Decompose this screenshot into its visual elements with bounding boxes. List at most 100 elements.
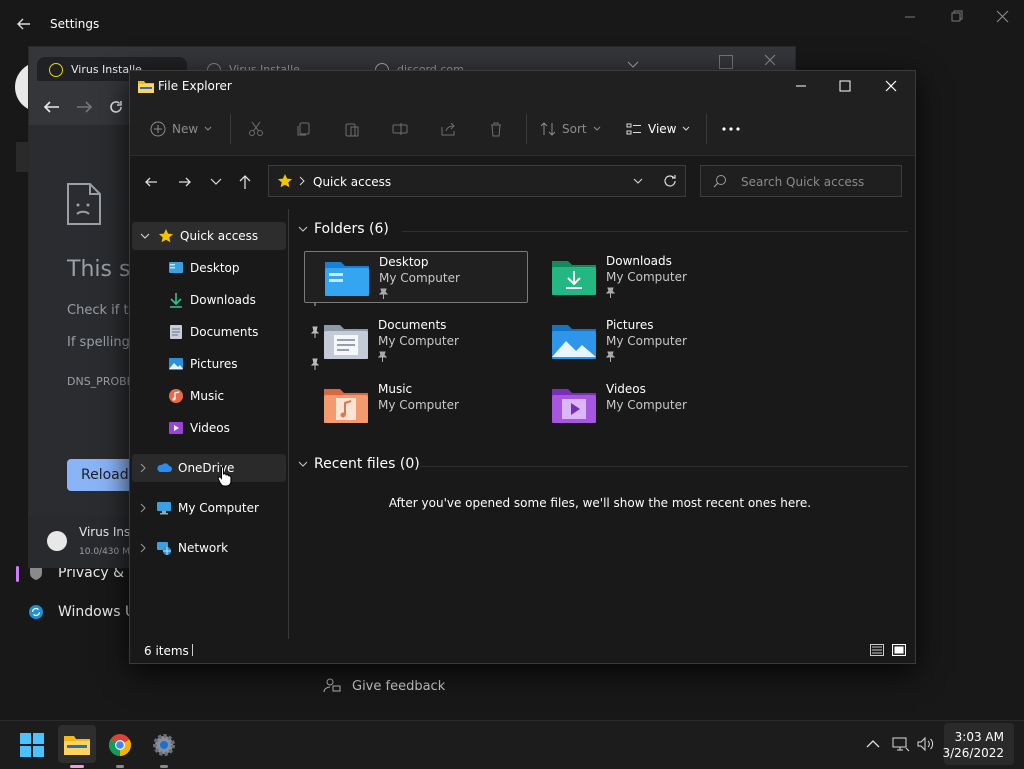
network-icon	[156, 540, 172, 556]
nav-pictures[interactable]: Pictures	[130, 350, 324, 378]
back-arrow-icon[interactable]	[14, 14, 34, 34]
nav-music[interactable]: Music	[130, 382, 324, 410]
share-icon[interactable]	[440, 121, 456, 137]
rename-icon[interactable]	[392, 121, 408, 137]
document-icon	[168, 324, 184, 340]
nav-network[interactable]: Network	[130, 534, 296, 562]
copy-icon[interactable]	[296, 121, 312, 137]
computer-icon	[156, 500, 172, 516]
maximize-icon[interactable]	[838, 79, 852, 93]
plus-circle-icon	[150, 121, 166, 137]
taskbar-file-explorer[interactable]	[58, 725, 96, 763]
close-icon[interactable]	[992, 8, 1014, 26]
paste-icon[interactable]	[344, 121, 360, 137]
nav-desktop[interactable]: Desktop	[130, 254, 324, 282]
videos-icon	[168, 420, 184, 436]
pictures-icon	[168, 356, 184, 372]
virus-favicon-icon	[49, 63, 63, 77]
sort-arrows-icon	[540, 121, 556, 137]
folder-location: My Computer	[606, 334, 687, 348]
nav-onedrive[interactable]: OneDrive	[130, 454, 296, 482]
nav-my-computer[interactable]: My Computer	[130, 494, 296, 522]
back-arrow-icon[interactable]	[144, 175, 158, 189]
reload-icon[interactable]	[107, 98, 125, 116]
refresh-icon[interactable]	[663, 174, 677, 188]
nav-label: My Computer	[178, 501, 259, 515]
taskbar-settings[interactable]	[148, 729, 180, 761]
recent-locations-icon[interactable]	[210, 178, 222, 186]
settings-nav-windows-update[interactable]: Windows U	[28, 604, 135, 620]
pin-icon	[606, 287, 615, 298]
restore-icon[interactable]	[946, 8, 968, 26]
more-options-icon[interactable]	[722, 127, 740, 131]
view-list-icon	[626, 121, 642, 137]
tab-search-icon[interactable]	[627, 61, 639, 69]
system-clock[interactable]: 3:03 AM 3/26/2022	[942, 729, 1004, 761]
desktop-folder-icon	[325, 258, 371, 298]
up-arrow-icon[interactable]	[238, 174, 252, 190]
folder-tile-videos[interactable]: Videos My Computer	[532, 379, 756, 431]
divider	[230, 114, 231, 144]
folder-icon	[64, 733, 90, 755]
maximize-icon[interactable]	[719, 55, 733, 69]
folder-tile-pictures[interactable]: Pictures My Computer	[532, 315, 756, 367]
nav-label: Videos	[190, 421, 230, 435]
speaker-icon[interactable]	[916, 736, 936, 752]
forward-arrow-icon[interactable]	[75, 99, 93, 115]
minimize-icon[interactable]	[794, 79, 808, 93]
nav-downloads[interactable]: Downloads	[130, 286, 324, 314]
give-feedback-link[interactable]: Give feedback	[322, 676, 445, 696]
forward-arrow-icon[interactable]	[178, 175, 192, 189]
sad-page-icon	[67, 183, 101, 225]
file-explorer-window: File Explorer New Sort View Quick access	[129, 70, 916, 664]
search-box[interactable]: Search Quick access	[700, 165, 902, 197]
nav-documents[interactable]: Documents	[130, 318, 324, 346]
folder-location: My Computer	[606, 398, 687, 412]
folder-name: Desktop	[379, 255, 429, 269]
selection-indicator	[16, 566, 19, 582]
clock-time: 3:03 AM	[954, 730, 1004, 744]
close-icon[interactable]	[763, 53, 777, 67]
recent-section-header[interactable]: Recent files (0)	[298, 456, 420, 472]
sort-button[interactable]: Sort	[540, 121, 601, 137]
folders-section-header[interactable]: Folders (6)	[298, 221, 389, 237]
nav-quick-access[interactable]: Quick access	[130, 222, 296, 250]
chevron-down-icon	[298, 226, 308, 232]
nav-label: Desktop	[190, 261, 240, 275]
large-icons-view-icon[interactable]	[892, 644, 906, 656]
delete-icon[interactable]	[488, 121, 504, 137]
chevron-right-icon	[299, 176, 305, 186]
settings-nav-highlight	[16, 142, 28, 172]
error-text: Check if th	[67, 303, 137, 318]
settings-title: Settings	[50, 17, 100, 31]
nav-label: Pictures	[190, 357, 238, 371]
network-monitor-icon[interactable]	[892, 736, 910, 752]
address-bar[interactable]: Quick access	[268, 165, 686, 197]
chevron-down-icon[interactable]	[633, 178, 643, 184]
desktop-icon	[168, 260, 184, 276]
view-button[interactable]: View	[626, 121, 690, 137]
taskbar-chrome[interactable]	[104, 729, 136, 761]
folder-tile-music[interactable]: Music My Computer	[304, 379, 528, 431]
documents-folder-icon	[324, 321, 370, 361]
music-icon	[168, 388, 184, 404]
folder-location: My Computer	[606, 270, 687, 284]
chrome-tab[interactable]: Virus Installe	[49, 63, 142, 77]
folder-tile-documents[interactable]: Documents My Computer	[304, 315, 528, 367]
back-arrow-icon[interactable]	[43, 99, 61, 115]
windows-update-icon	[28, 604, 44, 620]
windows-logo-icon	[20, 733, 44, 757]
recent-empty-message: After you've opened some files, we'll sh…	[388, 496, 812, 510]
nav-videos[interactable]: Videos	[130, 414, 324, 442]
new-button[interactable]: New	[150, 121, 212, 137]
cut-icon[interactable]	[248, 121, 264, 137]
download-progress: 10.0/430 M	[79, 547, 130, 557]
minimize-icon[interactable]	[900, 8, 922, 26]
folder-tile-downloads[interactable]: Downloads My Computer	[532, 251, 756, 303]
chevron-up-icon[interactable]	[866, 739, 880, 749]
details-view-icon[interactable]	[870, 644, 884, 656]
close-icon[interactable]	[884, 79, 898, 93]
folder-tile-desktop[interactable]: Desktop My Computer	[304, 251, 528, 303]
start-button[interactable]	[16, 729, 48, 761]
download-name[interactable]: Virus Inst	[79, 525, 135, 539]
